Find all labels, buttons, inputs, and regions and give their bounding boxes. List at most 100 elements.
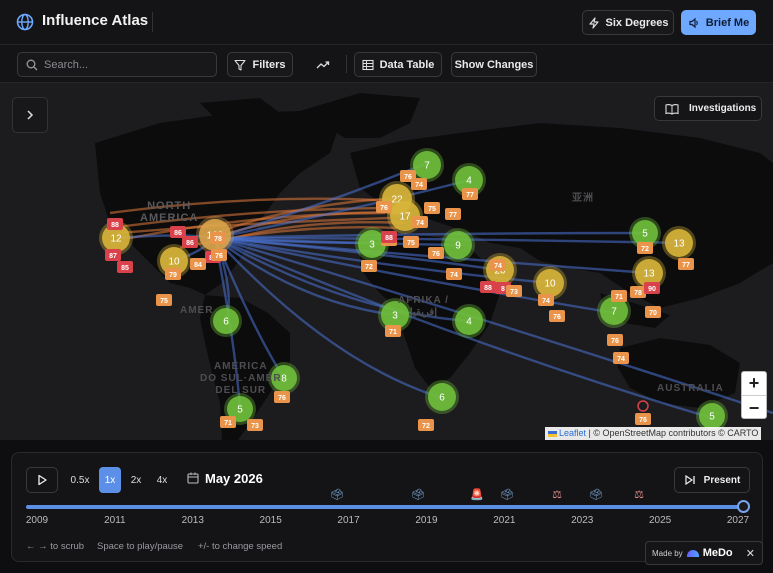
- map-marker-badge[interactable]: 74: [446, 268, 462, 280]
- map-marker-badge[interactable]: 74: [411, 178, 427, 190]
- filters-button[interactable]: Filters: [227, 52, 293, 77]
- badge-value: 77: [449, 212, 457, 219]
- timeline-track[interactable]: [26, 505, 742, 509]
- map-marker-badge[interactable]: 74: [490, 259, 506, 271]
- header-divider: [152, 12, 153, 32]
- map-marker-badge[interactable]: 71: [611, 290, 627, 302]
- lightning-icon: [588, 16, 599, 29]
- ballot-box-icon[interactable]: 🗳: [589, 488, 603, 501]
- map-cluster[interactable]: 6: [210, 305, 242, 337]
- map-marker-badge[interactable]: 78: [630, 286, 646, 298]
- speed-2x[interactable]: 2x: [125, 467, 147, 493]
- map-cluster[interactable]: 9: [441, 228, 475, 262]
- map-marker-badge[interactable]: 73: [247, 419, 263, 431]
- map-marker-badge[interactable]: 71: [220, 416, 236, 428]
- year-tick-label: 2023: [571, 515, 594, 526]
- ballot-box-icon[interactable]: 🗳: [411, 488, 425, 501]
- badge-value: 71: [224, 420, 232, 427]
- present-button[interactable]: Present: [674, 467, 750, 493]
- map-cluster[interactable]: 6: [425, 380, 459, 414]
- map-marker-badge[interactable]: 74: [613, 352, 629, 364]
- zoom-in-button[interactable]: +: [742, 372, 766, 396]
- brief-me-button[interactable]: Brief Me: [681, 10, 756, 35]
- badge-value: 88: [111, 222, 119, 229]
- cluster-count: 13: [673, 239, 685, 250]
- speaker-icon: [689, 17, 698, 28]
- map-marker-badge[interactable]: 75: [403, 236, 419, 248]
- cluster-count: 3: [369, 240, 375, 251]
- map-marker-badge[interactable]: 88: [381, 231, 397, 243]
- map-marker-badge[interactable]: 87: [105, 249, 121, 261]
- investigations-button[interactable]: Investigations: [654, 96, 762, 121]
- search-icon: [26, 59, 38, 71]
- map-marker-badge[interactable]: 76: [635, 413, 651, 425]
- flag-icon: [548, 430, 557, 437]
- badge-value: 76: [553, 314, 561, 321]
- map-marker-badge[interactable]: 76: [549, 310, 565, 322]
- badge-value: 74: [415, 182, 423, 189]
- map-marker-badge[interactable]: 84: [190, 258, 206, 270]
- show-changes-button[interactable]: Show Changes: [451, 52, 537, 77]
- map-marker-badge[interactable]: 72: [637, 242, 653, 254]
- scales-icon[interactable]: ⚖: [634, 488, 644, 501]
- search-input[interactable]: [44, 56, 209, 74]
- map-marker-badge[interactable]: 75: [156, 294, 172, 306]
- map-marker-badge[interactable]: 72: [361, 260, 377, 272]
- sidebar-toggle-button[interactable]: [12, 97, 48, 133]
- speed-4x[interactable]: 4x: [151, 467, 173, 493]
- badge-value: 76: [639, 417, 647, 424]
- data-table-button[interactable]: Data Table: [354, 52, 442, 77]
- badge-value: 70: [649, 310, 657, 317]
- map-marker-badge[interactable]: 73: [506, 285, 522, 297]
- current-date: May 2026: [205, 471, 263, 486]
- close-icon[interactable]: ✕: [746, 547, 755, 560]
- map-view[interactable]: 12109106857422173920103465131375 8886878…: [0, 83, 773, 440]
- play-button[interactable]: [26, 467, 58, 493]
- ballot-box-icon[interactable]: 🗳: [330, 488, 344, 501]
- speed-0-5x[interactable]: 0.5x: [65, 467, 95, 493]
- map-cluster[interactable]: 13: [662, 226, 696, 260]
- badge-value: 84: [194, 262, 202, 269]
- made-by-badge[interactable]: Made by MeDo ✕: [645, 541, 763, 565]
- map-marker-badge[interactable]: 86: [182, 236, 198, 248]
- map-marker-badge[interactable]: 90: [644, 282, 660, 294]
- map-marker-badge[interactable]: 76: [211, 249, 227, 261]
- leaflet-link[interactable]: Leaflet: [559, 428, 586, 438]
- map-marker-badge[interactable]: 77: [462, 188, 478, 200]
- map-label-asia: 亚洲: [572, 193, 594, 204]
- map-marker-badge[interactable]: 77: [678, 258, 694, 270]
- calendar-icon: [187, 472, 199, 484]
- speed-1x[interactable]: 1x: [99, 467, 121, 493]
- scales-icon[interactable]: ⚖: [552, 488, 562, 501]
- map-marker-badge[interactable]: 76: [607, 334, 623, 346]
- six-degrees-button[interactable]: Six Degrees: [582, 10, 674, 35]
- present-label: Present: [703, 474, 741, 486]
- map-marker-badge[interactable]: 76: [428, 247, 444, 259]
- map-marker-badge[interactable]: 76: [376, 201, 392, 213]
- timeline-thumb[interactable]: [737, 500, 750, 513]
- search-box[interactable]: [17, 52, 217, 77]
- map-marker-badge[interactable]: 72: [418, 419, 434, 431]
- investigations-label: Investigations: [689, 103, 757, 114]
- map-marker-badge[interactable]: 78: [210, 232, 226, 244]
- zoom-out-button[interactable]: −: [742, 396, 766, 420]
- map-marker-badge[interactable]: 88: [107, 218, 123, 230]
- map-marker-badge[interactable]: 70: [645, 306, 661, 318]
- ballot-box-icon[interactable]: 🗳: [500, 488, 514, 501]
- map-marker-badge[interactable]: 79: [165, 268, 181, 280]
- map-marker-badge[interactable]: 88: [480, 281, 496, 293]
- map-cluster[interactable]: 4: [452, 304, 486, 338]
- map-marker-badge[interactable]: 71: [385, 325, 401, 337]
- badge-value: 90: [648, 286, 656, 293]
- cluster-count: 4: [466, 176, 472, 187]
- map-marker-badge[interactable]: 77: [445, 208, 461, 220]
- siren-icon[interactable]: 🚨: [470, 488, 484, 501]
- map-marker-badge[interactable]: 74: [412, 216, 428, 228]
- map-marker-badge[interactable]: 75: [424, 202, 440, 214]
- badge-value: 76: [380, 205, 388, 212]
- trend-button[interactable]: [307, 52, 339, 77]
- table-icon: [362, 59, 374, 70]
- globe-icon: [16, 13, 34, 31]
- map-marker-badge[interactable]: 85: [117, 261, 133, 273]
- map-marker-badge[interactable]: 74: [538, 294, 554, 306]
